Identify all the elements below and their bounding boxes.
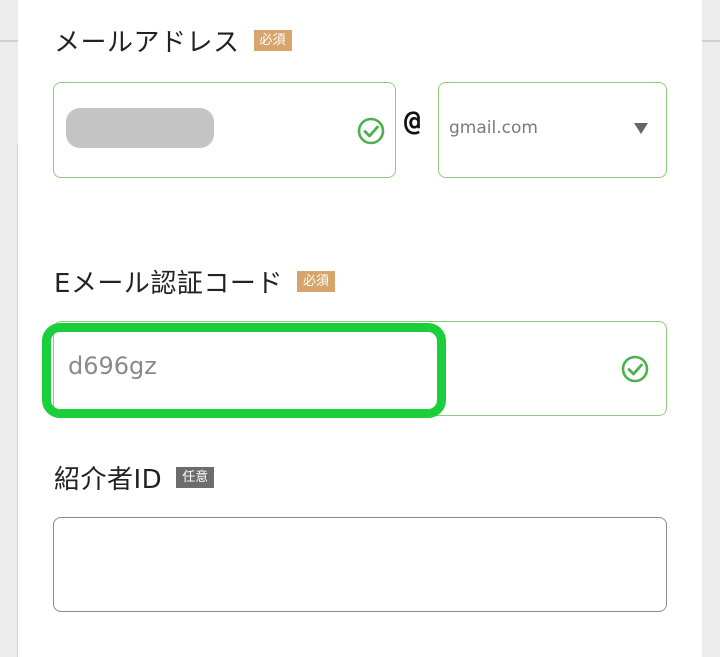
verification-code-label: Eメール認証コード bbox=[54, 269, 283, 299]
chevron-down-icon[interactable] bbox=[634, 123, 648, 134]
optional-badge: 任意 bbox=[176, 467, 215, 488]
required-badge: 必須 bbox=[296, 271, 335, 292]
check-circle-icon bbox=[621, 355, 649, 383]
at-symbol: @ bbox=[404, 104, 421, 137]
backdrop-left bbox=[0, 0, 18, 657]
redacted-email-text bbox=[66, 108, 214, 148]
check-circle-icon bbox=[357, 117, 385, 145]
verification-label-row: Eメール認証コード 必須 bbox=[54, 263, 335, 300]
referrer-id-label: 紹介者ID bbox=[54, 465, 163, 495]
email-domain-value: gmail.com bbox=[449, 118, 538, 138]
backdrop-divider bbox=[702, 40, 720, 42]
referrer-id-input[interactable] bbox=[53, 517, 667, 612]
highlight-annotation bbox=[42, 323, 446, 418]
email-label: メールアドレス bbox=[54, 28, 240, 58]
email-domain-select[interactable]: gmail.com bbox=[438, 82, 667, 178]
email-local-input[interactable] bbox=[53, 82, 396, 178]
backdrop-right bbox=[702, 0, 720, 657]
backdrop-divider bbox=[0, 40, 18, 42]
registration-form-modal: メールアドレス 必須 @ gmail.com Eメール認証コード 必須 d696… bbox=[18, 0, 702, 657]
required-badge: 必須 bbox=[253, 30, 292, 51]
referrer-label-row: 紹介者ID 任意 bbox=[54, 459, 215, 496]
email-label-row: メールアドレス 必須 bbox=[54, 22, 292, 59]
